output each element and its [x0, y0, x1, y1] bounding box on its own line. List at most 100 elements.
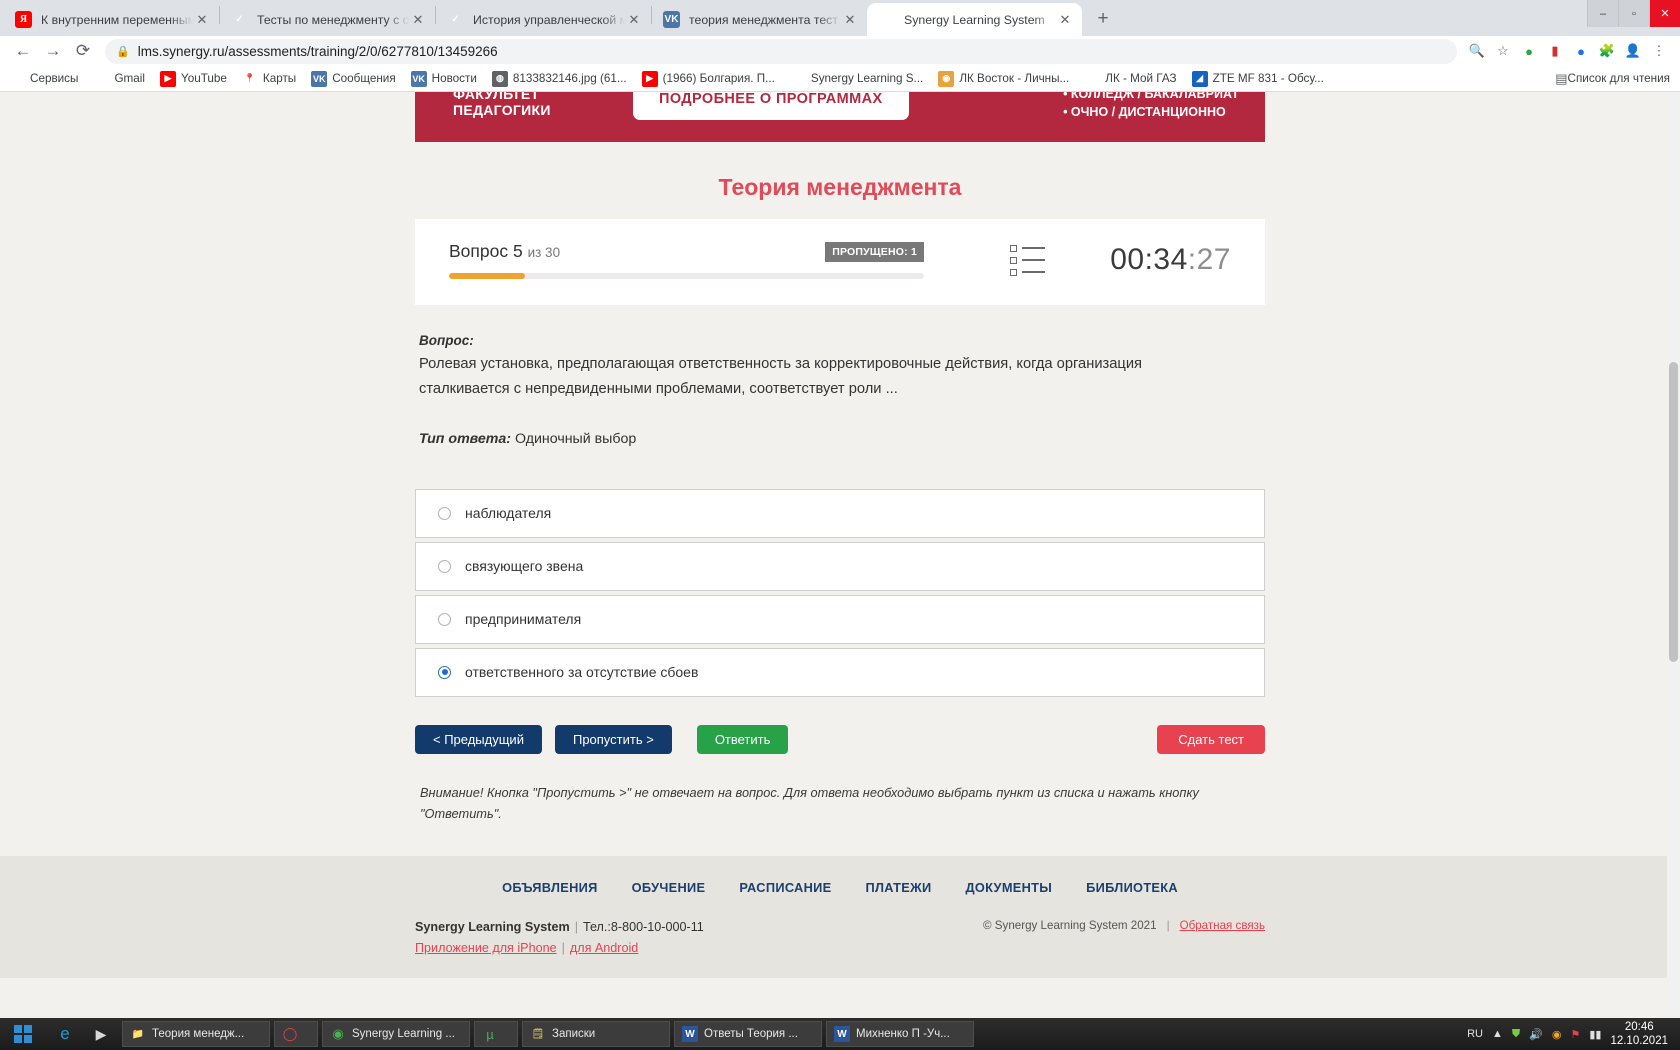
close-icon[interactable]: ✕: [625, 12, 643, 28]
footer-link-android-app[interactable]: для Android: [570, 941, 638, 955]
banner-cta-button[interactable]: ПОДРОБНЕЕ О ПРОГРАММАХ: [633, 92, 909, 120]
bookmark-label: Сервисы: [30, 72, 79, 85]
menu-icon[interactable]: ⋮: [1646, 38, 1672, 64]
tab-3[interactable]: VK теория менеджмента тест для с ✕: [652, 3, 867, 36]
radio-button[interactable]: [438, 506, 451, 520]
banner-bullets: • КОЛЛЕДЖ / БАКАЛАВРИАТ • ОЧНО / ДИСТАНЦ…: [1063, 92, 1239, 121]
lms-icon: LMS: [789, 73, 807, 84]
sound-icon[interactable]: 🔊: [1529, 1028, 1543, 1041]
taskbar-app-1[interactable]: ◯: [274, 1021, 318, 1047]
option-row-1[interactable]: связующего звена: [415, 541, 1265, 591]
bookmark-zte[interactable]: ◢ ZTE MF 831 - Обсу...: [1191, 70, 1324, 87]
skip-button[interactable]: Пропустить >: [554, 724, 672, 754]
reload-icon[interactable]: ⟳: [68, 37, 98, 65]
quick-launch: e ▶: [46, 1019, 118, 1049]
address-bar[interactable]: 🔒 lms.synergy.ru/assessments/training/2/…: [105, 38, 1457, 64]
clock[interactable]: 20:46 12.10.2021: [1610, 1020, 1672, 1049]
media-player-icon[interactable]: ▶: [84, 1019, 118, 1049]
option-row-2[interactable]: предпринимателя: [415, 594, 1265, 644]
close-icon[interactable]: ✕: [409, 12, 427, 28]
close-window-button[interactable]: ✕: [1649, 0, 1680, 27]
option-row-3[interactable]: ответственного за отсутствие сбоев: [415, 647, 1265, 697]
new-tab-button[interactable]: +: [1088, 4, 1118, 34]
bookmark-lms[interactable]: LMS Synergy Learning S...: [789, 71, 923, 87]
taskbar-app-5[interactable]: W Ответы Теория ...: [674, 1021, 822, 1047]
east-icon: ◉: [938, 70, 955, 87]
language-indicator[interactable]: RU: [1467, 1028, 1483, 1040]
taskbar-app-3[interactable]: µ: [474, 1021, 518, 1047]
bookmark-services[interactable]: ▦ Сервисы: [9, 71, 79, 87]
pdf-icon[interactable]: ▮: [1542, 38, 1568, 64]
close-icon[interactable]: ✕: [1056, 12, 1074, 28]
shield-icon[interactable]: ⛊: [1512, 1028, 1520, 1041]
scrollbar-thumb[interactable]: [1669, 362, 1678, 662]
tab-2[interactable]: ✓ История управленческой мысл ✕: [436, 3, 651, 36]
taskbar-app-label: Теория менедж...: [152, 1028, 245, 1040]
bookmark-vk-news[interactable]: VK Новости: [410, 70, 477, 87]
shield-green-icon[interactable]: ●: [1516, 38, 1542, 64]
radio-button[interactable]: [438, 559, 451, 573]
footer-link-library[interactable]: БИБЛИОТЕКА: [1086, 880, 1178, 895]
banner-faculty-line1: ФАКУЛЬТЕТ: [453, 92, 540, 102]
radio-button-selected[interactable]: [438, 665, 451, 679]
timer-seconds: :27: [1187, 243, 1231, 276]
youtube-icon: ▶: [641, 70, 658, 87]
minimize-button[interactable]: –: [1587, 0, 1618, 27]
bookmark-gazprom[interactable]: ◊ ЛК - Мой ГАЗ: [1084, 71, 1177, 87]
answer-button[interactable]: Ответить: [696, 724, 789, 754]
bookmark-east[interactable]: ◉ ЛК Восток - Личны...: [938, 70, 1069, 87]
bookmark-label: ЛК - Мой ГАЗ: [1105, 72, 1177, 85]
bookmark-maps[interactable]: 📍 Карты: [242, 71, 296, 87]
reading-list-button[interactable]: ▤ Список для чтения: [1555, 71, 1670, 87]
ie-icon[interactable]: e: [48, 1019, 82, 1049]
bookmark-youtube-video[interactable]: ▶ (1966) Болгария. П...: [641, 70, 775, 87]
tab-4-active[interactable]: LMS Synergy Learning System ✕: [867, 3, 1082, 36]
taskbar-app-4[interactable]: 🗒 Записки: [522, 1021, 670, 1047]
profile-icon[interactable]: 👤: [1620, 38, 1646, 64]
clock-time: 20:46: [1624, 1020, 1654, 1033]
footer-link-documents[interactable]: ДОКУМЕНТЫ: [965, 880, 1052, 895]
bookmark-image-file[interactable]: ◍ 8133832146.jpg (61...: [491, 70, 627, 87]
network-icon[interactable]: ◉: [1552, 1028, 1562, 1041]
footer-link-iphone-app[interactable]: Приложение для iPhone: [415, 941, 557, 955]
bookmark-youtube[interactable]: ▶ YouTube: [159, 70, 227, 87]
footer-link-schedule[interactable]: РАСПИСАНИЕ: [739, 880, 831, 895]
radio-button[interactable]: [438, 612, 451, 626]
option-row-0[interactable]: наблюдателя: [415, 488, 1265, 538]
page-scrollbar[interactable]: [1667, 92, 1680, 1018]
tab-0[interactable]: Я К внутренним переменным орг ✕: [4, 3, 219, 36]
apps-grid-icon: ▦: [12, 73, 22, 83]
star-icon[interactable]: ☆: [1490, 38, 1516, 64]
up-arrow-icon[interactable]: ▲: [1492, 1028, 1503, 1040]
gazprom-icon: ◊: [1090, 73, 1095, 84]
close-icon[interactable]: ✕: [193, 12, 211, 28]
footer-link-feedback[interactable]: Обратная связь: [1180, 919, 1265, 932]
question-list-icon[interactable]: [1010, 244, 1045, 276]
footer-link-announcements[interactable]: ОБЪЯВЛЕНИЯ: [502, 880, 598, 895]
previous-button[interactable]: < Предыдущий: [415, 724, 542, 754]
submit-test-button[interactable]: Сдать тест: [1157, 724, 1265, 754]
start-button[interactable]: [0, 1018, 46, 1050]
question-total: из 30: [527, 245, 561, 260]
signal-icon[interactable]: ▮▮: [1589, 1028, 1601, 1041]
puzzle-icon[interactable]: 🧩: [1594, 38, 1620, 64]
taskbar-app-6[interactable]: W Михненко П -Уч...: [826, 1021, 974, 1047]
extension-blue-icon[interactable]: ●: [1568, 38, 1594, 64]
forward-icon[interactable]: →: [38, 37, 68, 65]
tab-1[interactable]: ✓ Тесты по менеджменту с ответа ✕: [220, 3, 435, 36]
close-icon[interactable]: ✕: [841, 12, 859, 28]
back-icon[interactable]: ←: [8, 37, 38, 65]
maximize-button[interactable]: ▫: [1618, 0, 1649, 27]
taskbar-app-2[interactable]: ◉ Synergy Learning ...: [322, 1021, 470, 1047]
bookmark-label: YouTube: [180, 72, 227, 85]
bookmark-gmail[interactable]: G Gmail: [93, 71, 145, 87]
footer-link-payments[interactable]: ПЛАТЕЖИ: [865, 880, 931, 895]
bookmark-vk-messages[interactable]: VK Сообщения: [311, 70, 396, 87]
flag-icon[interactable]: ⚑: [1570, 1028, 1580, 1041]
taskbar-app-0[interactable]: 📁 Теория менедж...: [122, 1021, 270, 1047]
quiz-header-card: Вопрос 5 из 30 ПРОПУЩЕНО: 1 00:34:27: [415, 219, 1265, 305]
tab-title: Synergy Learning System: [904, 12, 1045, 27]
promo-banner[interactable]: ФАКУЛЬТЕТ ПЕДАГОГИКИ ПОДРОБНЕЕ О ПРОГРАМ…: [415, 92, 1265, 142]
search-icon[interactable]: 🔍: [1464, 38, 1490, 64]
footer-link-education[interactable]: ОБУЧЕНИЕ: [632, 880, 706, 895]
